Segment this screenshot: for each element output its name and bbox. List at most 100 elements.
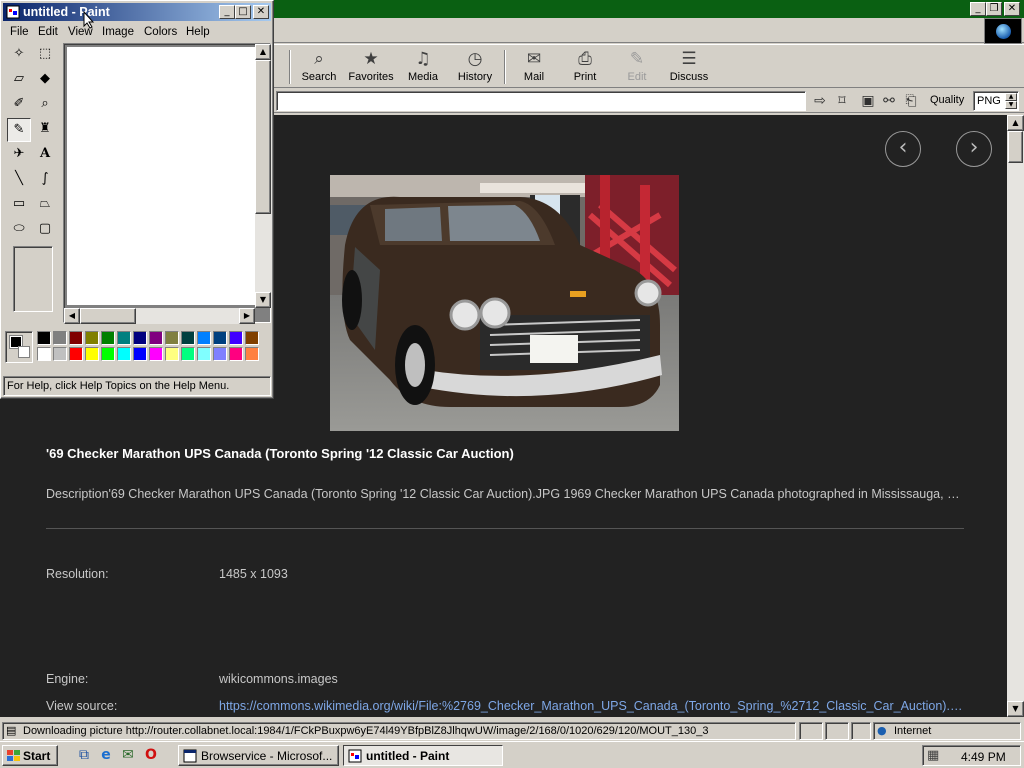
palette-color-swatch[interactable] xyxy=(117,331,131,345)
palette-color-swatch[interactable] xyxy=(101,331,115,345)
palette-color-swatch[interactable] xyxy=(197,347,211,361)
drawing-canvas[interactable] xyxy=(67,47,255,305)
canvas-vertical-scrollbar[interactable]: ▲ ▼ xyxy=(255,44,272,308)
palette-color-swatch[interactable] xyxy=(53,331,67,345)
ellipse-icon[interactable]: ⬭ xyxy=(7,218,31,242)
palette-color-swatch[interactable] xyxy=(245,331,259,345)
select-icon[interactable]: ⬚ xyxy=(33,43,57,67)
menu-colors[interactable]: Colors xyxy=(144,26,177,38)
palette-color-swatch[interactable] xyxy=(229,331,243,345)
scroll-down-icon[interactable]: ▼ xyxy=(1007,701,1024,717)
pencil-icon[interactable]: ✎ xyxy=(7,118,31,142)
edit-button[interactable]: ✎ Edit xyxy=(609,47,665,87)
palette-color-swatch[interactable] xyxy=(213,347,227,361)
canvas-hscroll-thumb[interactable] xyxy=(80,308,136,324)
paint-minimize-button[interactable]: _ xyxy=(219,5,235,19)
quality-select[interactable]: PNG ▲ ▼ xyxy=(973,91,1019,111)
page-icon[interactable]: ▣ xyxy=(859,92,877,110)
media-button[interactable]: ♫ Media xyxy=(395,47,451,87)
start-button[interactable]: Start xyxy=(2,745,58,766)
rounded-rectangle-icon[interactable]: ▢ xyxy=(33,218,57,242)
palette-color-swatch[interactable] xyxy=(133,331,147,345)
task-paint[interactable]: untitled - Paint xyxy=(343,745,503,766)
canvas-vscroll-thumb[interactable] xyxy=(255,60,271,214)
favorites-button[interactable]: ★ Favorites xyxy=(343,47,399,87)
view-source-link[interactable]: https://commons.wikimedia.org/wiki/File:… xyxy=(219,699,964,713)
palette-color-swatch[interactable] xyxy=(197,331,211,345)
quality-spinner[interactable]: ▲ ▼ xyxy=(1005,93,1017,109)
palette-color-swatch[interactable] xyxy=(181,347,195,361)
fill-icon[interactable]: ◆ xyxy=(33,68,57,92)
palette-color-swatch[interactable] xyxy=(213,331,227,345)
clipboard-icon[interactable]: ⎗ xyxy=(902,92,920,110)
menu-edit[interactable]: Edit xyxy=(38,26,58,38)
brush-icon[interactable]: ♜ xyxy=(33,118,57,142)
spin-down-icon[interactable]: ▼ xyxy=(1005,101,1017,109)
print-button[interactable]: ⎙ Print xyxy=(557,47,613,87)
outlook-icon[interactable]: ✉ xyxy=(119,746,137,764)
address-input[interactable] xyxy=(276,91,806,111)
canvas-scroll-down-icon[interactable]: ▼ xyxy=(255,292,271,308)
previous-image-button[interactable]: ‹ xyxy=(885,131,921,167)
eraser-icon[interactable]: ▱ xyxy=(7,68,31,92)
next-image-button[interactable]: › xyxy=(956,131,992,167)
search-button[interactable]: ⌕ Search xyxy=(291,47,347,87)
scroll-up-icon[interactable]: ▲ xyxy=(1007,115,1024,131)
clock[interactable]: 4:49 PM xyxy=(961,750,1006,764)
palette-color-swatch[interactable] xyxy=(149,331,163,345)
palette-color-swatch[interactable] xyxy=(53,347,67,361)
magnifier-icon[interactable]: ⌕ xyxy=(33,93,57,117)
line-icon[interactable]: ╲ xyxy=(7,168,31,192)
palette-color-swatch[interactable] xyxy=(37,347,51,361)
close-button[interactable]: ✕ xyxy=(1004,2,1020,16)
show-desktop-icon[interactable]: ⧉ xyxy=(75,746,93,764)
go-arrow-icon[interactable]: ⇨ xyxy=(811,92,829,110)
palette-color-swatch[interactable] xyxy=(181,331,195,345)
rectangle-icon[interactable]: ▭ xyxy=(7,193,31,217)
tool-options-box[interactable] xyxy=(13,246,53,312)
canvas-scroll-up-icon[interactable]: ▲ xyxy=(255,44,271,60)
bookmark-icon[interactable]: ⌑ xyxy=(833,92,851,110)
palette-color-swatch[interactable] xyxy=(69,347,83,361)
paint-close-button[interactable]: ✕ xyxy=(253,5,269,19)
palette-color-swatch[interactable] xyxy=(37,331,51,345)
internet-explorer-icon[interactable]: e xyxy=(97,746,115,764)
spin-up-icon[interactable]: ▲ xyxy=(1005,93,1017,101)
pick-color-icon[interactable]: ✐ xyxy=(7,93,31,117)
canvas-scroll-right-icon[interactable]: ▶ xyxy=(239,308,255,324)
polygon-icon[interactable]: ⏢ xyxy=(33,193,57,217)
palette-color-swatch[interactable] xyxy=(117,347,131,361)
curve-icon[interactable]: ∫ xyxy=(33,168,57,192)
airbrush-icon[interactable]: ✈ xyxy=(7,143,31,167)
palette-color-swatch[interactable] xyxy=(85,331,99,345)
palette-color-swatch[interactable] xyxy=(165,347,179,361)
menu-help[interactable]: Help xyxy=(186,26,210,38)
free-select-icon[interactable]: ✧ xyxy=(7,43,31,67)
page-scrollbar[interactable]: ▲ ▼ xyxy=(1007,115,1024,717)
menu-file[interactable]: File xyxy=(10,26,29,38)
history-button[interactable]: ◷ History xyxy=(447,47,503,87)
current-colors[interactable] xyxy=(5,331,33,363)
menu-image[interactable]: Image xyxy=(102,26,134,38)
palette-color-swatch[interactable] xyxy=(69,331,83,345)
discuss-button[interactable]: ☰ Discuss xyxy=(661,47,717,87)
opera-icon[interactable]: O xyxy=(142,746,160,764)
text-icon[interactable]: A xyxy=(33,143,57,167)
task-browservice[interactable]: Browservice - Microsof... xyxy=(178,745,339,766)
network-icon[interactable]: ▦ xyxy=(927,748,939,763)
restore-button[interactable]: ❐ xyxy=(986,2,1002,16)
scroll-thumb[interactable] xyxy=(1008,131,1023,163)
canvas-horizontal-scrollbar[interactable]: ◀ ▶ xyxy=(64,308,255,324)
palette-color-swatch[interactable] xyxy=(85,347,99,361)
palette-color-swatch[interactable] xyxy=(165,331,179,345)
paint-maximize-button[interactable]: □ xyxy=(235,5,251,19)
palette-color-swatch[interactable] xyxy=(101,347,115,361)
canvas-scroll-left-icon[interactable]: ◀ xyxy=(64,308,80,324)
palette-color-swatch[interactable] xyxy=(133,347,147,361)
paint-titlebar[interactable]: untitled - Paint _ □ ✕ xyxy=(3,3,271,21)
mail-button[interactable]: ✉ Mail xyxy=(506,47,562,87)
find-icon[interactable]: ⚯ xyxy=(880,92,898,110)
minimize-button[interactable]: _ xyxy=(970,2,986,16)
palette-color-swatch[interactable] xyxy=(229,347,243,361)
palette-color-swatch[interactable] xyxy=(245,347,259,361)
